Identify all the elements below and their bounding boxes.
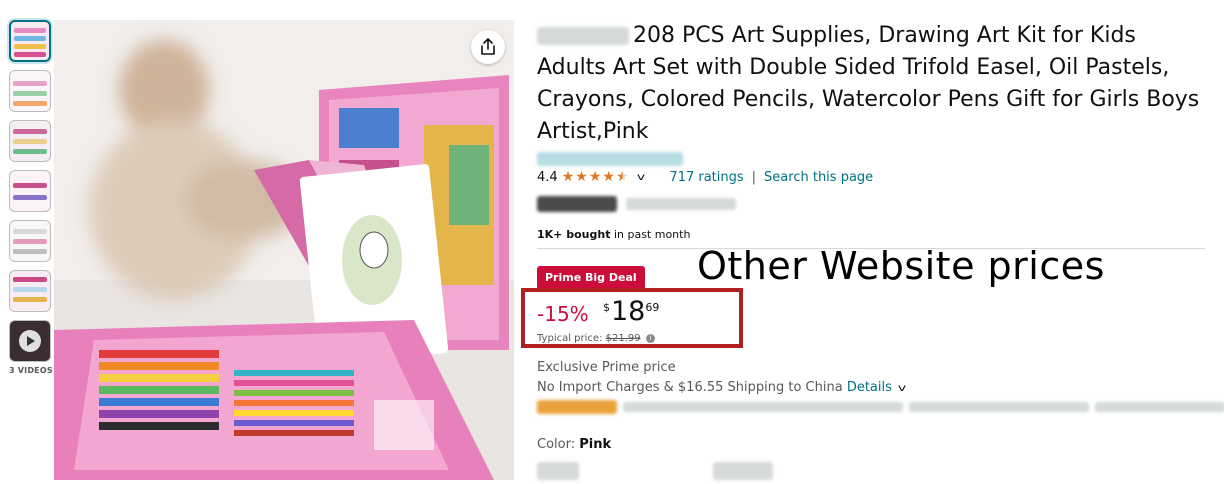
thumbnail-5[interactable] bbox=[9, 220, 51, 262]
bought-count: 1K+ bought bbox=[537, 228, 611, 241]
half-star-icon: ★ bbox=[615, 169, 629, 185]
shipping-text: No Import Charges & $16.55 Shipping to C… bbox=[537, 380, 847, 395]
thumbnail-6[interactable] bbox=[9, 270, 51, 312]
chevron-down-icon[interactable]: v bbox=[898, 383, 906, 394]
price: $ 18 69 bbox=[603, 297, 659, 327]
discount-percent: -15% bbox=[537, 302, 589, 326]
color-value: Pink bbox=[579, 437, 612, 452]
deal-badge: Prime Big Deal bbox=[537, 266, 645, 290]
thumbnail-strip: 3 VIDEOS bbox=[9, 20, 53, 375]
bought-suffix: in past month bbox=[610, 228, 691, 241]
chevron-down-icon[interactable]: v bbox=[636, 172, 644, 183]
play-icon bbox=[19, 330, 41, 352]
details-link[interactable]: Details bbox=[847, 380, 892, 395]
info-icon[interactable]: i bbox=[645, 333, 655, 343]
ratings-count-link[interactable]: 717 ratings bbox=[669, 170, 743, 185]
thumbnail-1[interactable] bbox=[9, 20, 51, 62]
video-thumbnail[interactable] bbox=[9, 320, 51, 362]
shipping-info: No Import Charges & $16.55 Shipping to C… bbox=[537, 380, 906, 395]
star-icon: ★ bbox=[602, 169, 615, 185]
thumbnail-3[interactable] bbox=[9, 120, 51, 162]
redacted-badge bbox=[537, 193, 737, 212]
share-icon bbox=[481, 38, 495, 55]
star-icon: ★ bbox=[588, 169, 602, 185]
typical-price-value: $21.99 bbox=[605, 333, 641, 344]
bought-past-month: 1K+ bought in past month bbox=[537, 228, 690, 241]
main-product-image[interactable] bbox=[54, 20, 514, 480]
store-link-redacted[interactable] bbox=[537, 148, 683, 167]
price-currency: $ bbox=[603, 301, 610, 314]
typical-price: Typical price: $21.99 i bbox=[537, 333, 655, 344]
typical-price-label: Typical price: bbox=[537, 333, 606, 344]
product-title-text: 208 PCS Art Supplies, Drawing Art Kit fo… bbox=[537, 23, 1200, 144]
thumbnail-2[interactable] bbox=[9, 70, 51, 112]
redacted-variant-1[interactable] bbox=[537, 460, 579, 480]
star-rating[interactable]: ★ ★ ★ ★ ★ bbox=[562, 170, 630, 184]
rating-value: 4.4 bbox=[537, 169, 558, 185]
videos-count-label: 3 VIDEOS bbox=[9, 366, 53, 375]
exclusive-prime-price: Exclusive Prime price bbox=[537, 360, 676, 375]
annotation-text: Other Website prices bbox=[697, 244, 1105, 288]
product-title: 208 PCS Art Supplies, Drawing Art Kit fo… bbox=[537, 20, 1207, 148]
thumbnail-4[interactable] bbox=[9, 170, 51, 212]
star-icon: ★ bbox=[561, 169, 575, 185]
star-icon: ★ bbox=[575, 169, 588, 185]
search-this-page-link[interactable]: Search this page bbox=[764, 170, 873, 185]
redacted-variant-2[interactable] bbox=[713, 460, 773, 480]
rating-row: 4.4 ★ ★ ★ ★ ★ v 717 ratings | Search thi… bbox=[537, 168, 873, 186]
separator: | bbox=[751, 169, 757, 185]
price-whole: 18 bbox=[611, 296, 646, 327]
art-kit-illustration bbox=[54, 20, 514, 480]
redacted-promo bbox=[537, 400, 1224, 414]
color-selector: Color: Pink bbox=[537, 437, 611, 452]
price-fraction: 69 bbox=[645, 301, 660, 314]
share-button[interactable] bbox=[471, 30, 505, 64]
color-label: Color: bbox=[537, 437, 580, 452]
redacted-brand bbox=[537, 27, 629, 45]
